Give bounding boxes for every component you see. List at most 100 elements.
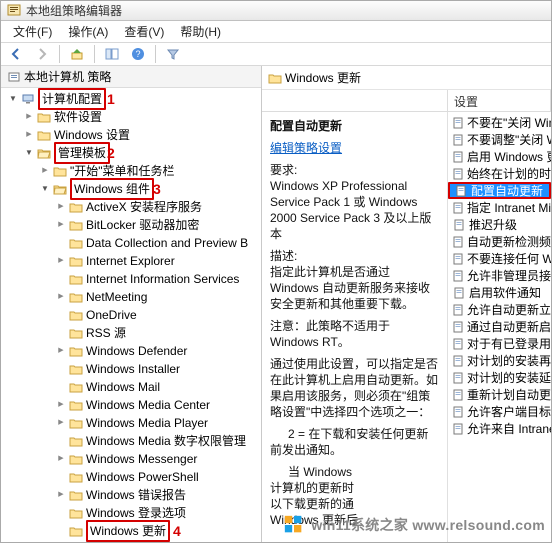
folder-icon (69, 362, 83, 376)
tree-label: Windows Media 数字权限管理 (86, 432, 246, 450)
setting-row[interactable]: 对计划的安装再次 (448, 352, 551, 369)
tree-label: NetMeeting (86, 288, 147, 306)
expand-toggle-icon[interactable]: ▶ (55, 417, 67, 429)
setting-row[interactable]: 对于有已登录用户 (448, 335, 551, 352)
description-opt2: 2 = 在下载和安装任何更新前发出通知。 (270, 426, 439, 458)
expand-toggle-icon[interactable] (55, 363, 67, 375)
forward-button[interactable] (31, 43, 53, 65)
tree-node[interactable]: ▶Windows Media Player (5, 414, 261, 432)
edit-policy-link[interactable]: 编辑策略设置 (270, 141, 342, 155)
expand-toggle-icon[interactable] (55, 309, 67, 321)
tree-node-windows-update[interactable]: Windows 更新 4 (5, 522, 261, 540)
tree-label: 软件设置 (54, 108, 102, 126)
expand-toggle-icon[interactable]: ▶ (23, 111, 35, 123)
expand-toggle-icon[interactable]: ▶ (55, 345, 67, 357)
expand-toggle-icon[interactable] (55, 327, 67, 339)
tree-node[interactable]: ▶Windows Defender (5, 342, 261, 360)
setting-row[interactable]: 允许来自 Intranet (448, 420, 551, 437)
expand-toggle-icon[interactable]: ▶ (55, 489, 67, 501)
tree-node[interactable]: ▶ NetMeeting (5, 288, 261, 306)
expand-toggle-icon[interactable] (55, 237, 67, 249)
tree-node[interactable]: ▶ActiveX 安装程序服务 (5, 198, 261, 216)
tree-node[interactable]: ▶ Internet Explorer (5, 252, 261, 270)
expand-toggle-icon[interactable]: ▶ (39, 165, 51, 177)
column-setting[interactable]: 设置 (448, 90, 551, 111)
tree-header-label: 本地计算机 策略 (24, 68, 111, 85)
back-button[interactable] (5, 43, 27, 65)
settings-list[interactable]: 5 不要在"关闭 Win 不要调整"关闭 W 启用 Windows 更 始终在计… (448, 112, 551, 542)
expand-toggle-icon[interactable] (55, 507, 67, 519)
setting-row[interactable]: 自动更新检测频率 (448, 233, 551, 250)
expand-toggle-icon[interactable]: ▼ (23, 147, 35, 159)
setting-row[interactable]: 启用 Windows 更 (448, 148, 551, 165)
expand-toggle-icon[interactable] (55, 381, 67, 393)
menu-action[interactable]: 操作(A) (60, 21, 116, 42)
tree-node[interactable]: Windows Installer (5, 360, 261, 378)
policy-icon (452, 303, 464, 317)
setting-row[interactable]: 通过自动更新启用 (448, 318, 551, 335)
help-button[interactable]: ? (127, 43, 149, 65)
tree-node-computer-cfg[interactable]: ▼ 计算机配置 1 (5, 90, 261, 108)
expand-toggle-icon[interactable]: ▼ (39, 183, 51, 195)
svg-text:?: ? (135, 49, 140, 59)
tree-node[interactable]: ▶Windows Messenger (5, 450, 261, 468)
setting-row[interactable]: 不要在"关闭 Win (448, 114, 551, 131)
expand-toggle-icon[interactable]: ▶ (55, 255, 67, 267)
setting-row-selected[interactable]: 配置自动更新 (448, 182, 551, 199)
tree-node[interactable]: Internet Information Services (5, 270, 261, 288)
tree-node-software-settings[interactable]: ▶ 软件设置 (5, 108, 261, 126)
menu-view[interactable]: 查看(V) (116, 21, 172, 42)
expand-toggle-icon[interactable]: ▶ (55, 399, 67, 411)
setting-row[interactable]: 允许自动更新立即 (448, 301, 551, 318)
show-hide-tree-button[interactable] (101, 43, 123, 65)
tree-label: 计算机配置 (38, 88, 106, 110)
tree-node[interactable]: Windows PowerShell (5, 468, 261, 486)
setting-row[interactable]: 允许客户端目标设 (448, 403, 551, 420)
setting-row[interactable]: 不要调整"关闭 W (448, 131, 551, 148)
tree-node-windows-settings[interactable]: ▶ Windows 设置 (5, 126, 261, 144)
setting-row[interactable]: 允许非管理员接收 (448, 267, 551, 284)
tree-node[interactable]: Windows Media 数字权限管理 (5, 432, 261, 450)
tree-node[interactable]: Data Collection and Preview B (5, 234, 261, 252)
setting-row[interactable]: 推迟升级 (448, 216, 551, 233)
tree-node[interactable]: RSS 源 (5, 324, 261, 342)
expand-toggle-icon[interactable] (55, 525, 67, 537)
expand-toggle-icon[interactable]: ▶ (55, 291, 67, 303)
tree-node-windows-components[interactable]: ▼ Windows 组件 3 (5, 180, 261, 198)
folder-icon (53, 164, 67, 178)
tree-node[interactable]: OneDrive (5, 306, 261, 324)
expand-toggle-icon[interactable]: ▶ (55, 453, 67, 465)
toolbar: ? (1, 43, 551, 66)
filter-button[interactable] (162, 43, 184, 65)
expand-toggle-icon[interactable] (55, 435, 67, 447)
tree-node[interactable]: Windows Mail (5, 378, 261, 396)
tree-label: Internet Explorer (86, 252, 175, 270)
tree-node[interactable]: ▶BitLocker 驱动器加密 (5, 216, 261, 234)
tree-node[interactable]: ▶Windows 错误报告 (5, 486, 261, 504)
menu-file[interactable]: 文件(F) (5, 21, 60, 42)
expand-toggle-icon[interactable]: ▼ (7, 93, 19, 105)
expand-toggle-icon[interactable] (55, 471, 67, 483)
menu-help[interactable]: 帮助(H) (172, 21, 229, 42)
policy-root-icon (7, 70, 21, 84)
setting-row[interactable]: 指定 Intranet Mi (448, 199, 551, 216)
policy-icon (452, 388, 464, 402)
setting-row[interactable]: 重新计划自动更新 (448, 386, 551, 403)
tree-label: Windows 组件 (70, 178, 154, 200)
expand-toggle-icon[interactable]: ▶ (23, 129, 35, 141)
tree[interactable]: ▼ 计算机配置 1 ▶ 软件设置 ▶ Windows 设置 (1, 88, 261, 542)
setting-row[interactable]: 对计划的安装延迟 (448, 369, 551, 386)
policy-icon (452, 405, 464, 419)
folder-icon (268, 71, 282, 85)
setting-row[interactable]: 启用软件通知 (448, 284, 551, 301)
tree-node[interactable]: ▶Windows Media Center (5, 396, 261, 414)
expand-toggle-icon[interactable]: ▶ (55, 219, 67, 231)
tree-label: Windows Installer (86, 360, 180, 378)
setting-row[interactable]: 不要连接任何 Wi (448, 250, 551, 267)
up-button[interactable] (66, 43, 88, 65)
tree-node-admin-templates[interactable]: ▼ 管理模板 2 (5, 144, 261, 162)
expand-toggle-icon[interactable] (55, 273, 67, 285)
expand-toggle-icon[interactable]: ▶ (55, 201, 67, 213)
column-blank[interactable] (262, 90, 448, 111)
setting-row[interactable]: 始终在计划的时间 (448, 165, 551, 182)
